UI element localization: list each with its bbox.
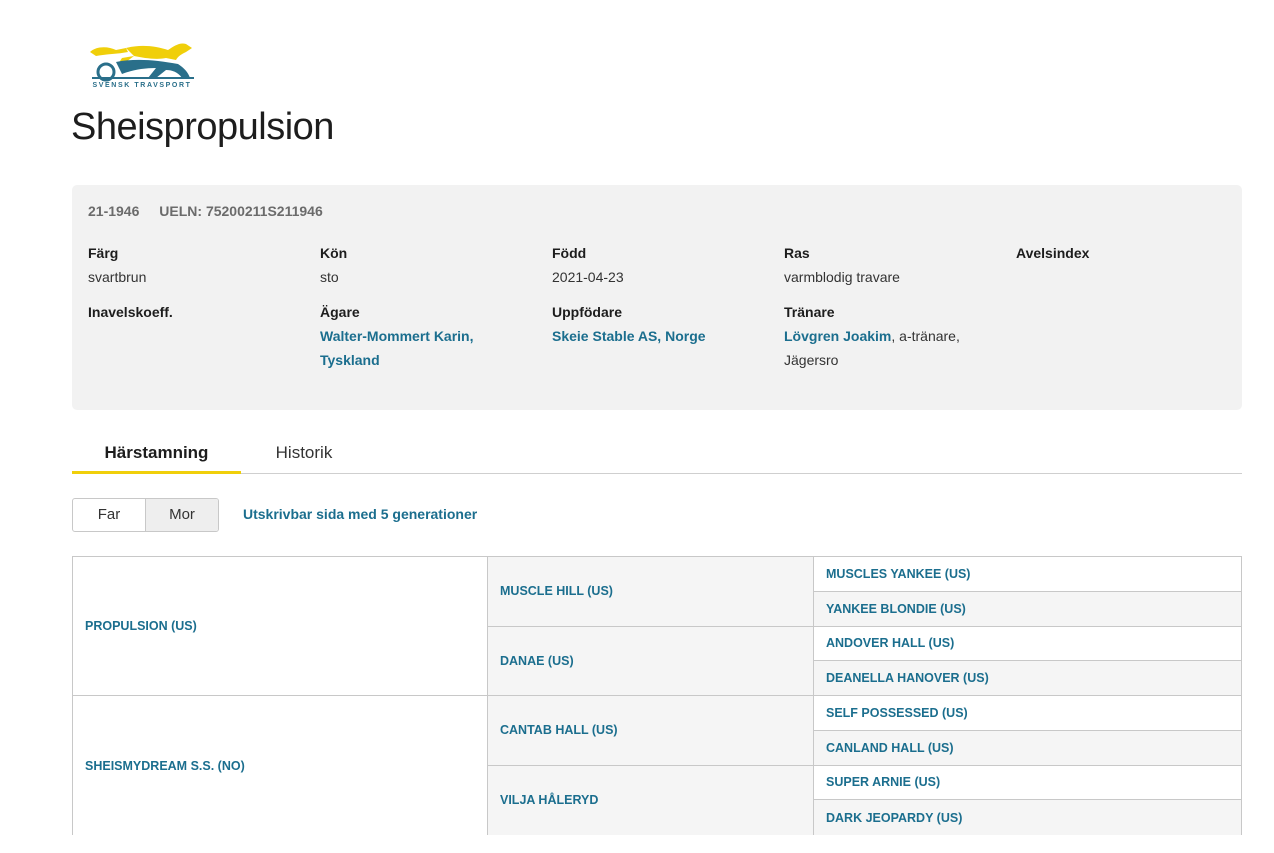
page-title: Sheispropulsion [71, 106, 334, 148]
breed-label: Ras [784, 245, 810, 261]
breeder-field: Uppfödare Skeie Stable AS, Norge [552, 303, 706, 348]
logo-text: SVENSK TRAVSPORT [92, 82, 192, 89]
breeder-link[interactable]: Skeie Stable AS, Norge [552, 328, 706, 344]
owner-label: Ägare [320, 304, 360, 320]
tab-bar: Härstamning Historik [72, 437, 1242, 474]
color-label: Färg [88, 245, 119, 261]
pedigree-sire[interactable]: PROPULSION (US) [73, 557, 488, 696]
born-label: Född [552, 245, 587, 261]
toggle-mor-button[interactable]: Mor [145, 499, 218, 531]
tab-pedigree[interactable]: Härstamning [72, 437, 241, 474]
pedigree-gen3-3[interactable]: ANDOVER HALL (US) [814, 626, 1241, 662]
toggle-far-button[interactable]: Far [73, 499, 145, 531]
pedigree-dam-sire[interactable]: CANTAB HALL (US) [488, 696, 814, 766]
horse-info-panel: 21-1946 UELN: 75200211S211946 Färg svart… [72, 185, 1242, 410]
color-field: Färg svartbrun [88, 244, 146, 289]
registration-number: 21-1946 [88, 203, 140, 219]
pedigree-dam-dam[interactable]: VILJA HÅLERYD [488, 765, 814, 835]
printable-pedigree-link[interactable]: Utskrivbar sida med 5 generationer [243, 506, 477, 522]
trainer-role: , a-tränare, [891, 328, 960, 344]
pedigree-gen3-6[interactable]: CANLAND HALL (US) [814, 730, 1241, 766]
sex-value: sto [320, 269, 339, 285]
svensk-travsport-logo[interactable]: SVENSK TRAVSPORT [86, 40, 198, 94]
pedigree-sire-sire[interactable]: MUSCLE HILL (US) [488, 557, 814, 627]
sex-label: Kön [320, 245, 348, 261]
born-field: Född 2021-04-23 [552, 244, 624, 289]
owner-link[interactable]: Walter-Mommert Karin, Tyskland [320, 328, 474, 368]
born-value: 2021-04-23 [552, 269, 624, 285]
pedigree-sire-dam[interactable]: DANAE (US) [488, 626, 814, 696]
inbreeding-label: Inavelskoeff. [88, 304, 173, 320]
breeder-label: Uppfödare [552, 304, 622, 320]
color-value: svartbrun [88, 269, 147, 285]
breeding-index-field: Avelsindex [1016, 244, 1089, 265]
owner-field: Ägare Walter-Mommert Karin, Tyskland [320, 303, 474, 372]
sex-field: Kön sto [320, 244, 347, 289]
trainer-field: Tränare Lövgren Joakim, a-tränare, Jäger… [784, 303, 960, 372]
pedigree-dam[interactable]: SHEISMYDREAM S.S. (NO) [73, 696, 488, 835]
sire-dam-toggle: Far Mor [72, 498, 219, 532]
pedigree-gen3-8[interactable]: DARK JEOPARDY (US) [814, 800, 1241, 835]
horse-identifiers: 21-1946 UELN: 75200211S211946 [88, 203, 339, 219]
pedigree-gen3-1[interactable]: MUSCLES YANKEE (US) [814, 557, 1241, 592]
ueln-number: UELN: 75200211S211946 [159, 203, 323, 219]
pedigree-gen3-4[interactable]: DEANELLA HANOVER (US) [814, 661, 1241, 696]
breeding-index-label: Avelsindex [1016, 245, 1090, 261]
tab-history[interactable]: Historik [254, 437, 354, 474]
inbreeding-field: Inavelskoeff. [88, 303, 173, 324]
pedigree-gen3-2[interactable]: YANKEE BLONDIE (US) [814, 591, 1241, 627]
pedigree-gen3-5[interactable]: SELF POSSESSED (US) [814, 696, 1241, 731]
pedigree-gen3-7[interactable]: SUPER ARNIE (US) [814, 765, 1241, 801]
breed-field: Ras varmblodig travare [784, 244, 900, 289]
breed-value: varmblodig travare [784, 269, 900, 285]
trainer-label: Tränare [784, 304, 835, 320]
trotting-horse-icon [90, 43, 194, 82]
trainer-place: Jägersro [784, 352, 839, 368]
trainer-link[interactable]: Lövgren Joakim [784, 328, 891, 344]
pedigree-table: PROPULSION (US) SHEISMYDREAM S.S. (NO) M… [72, 556, 1242, 835]
